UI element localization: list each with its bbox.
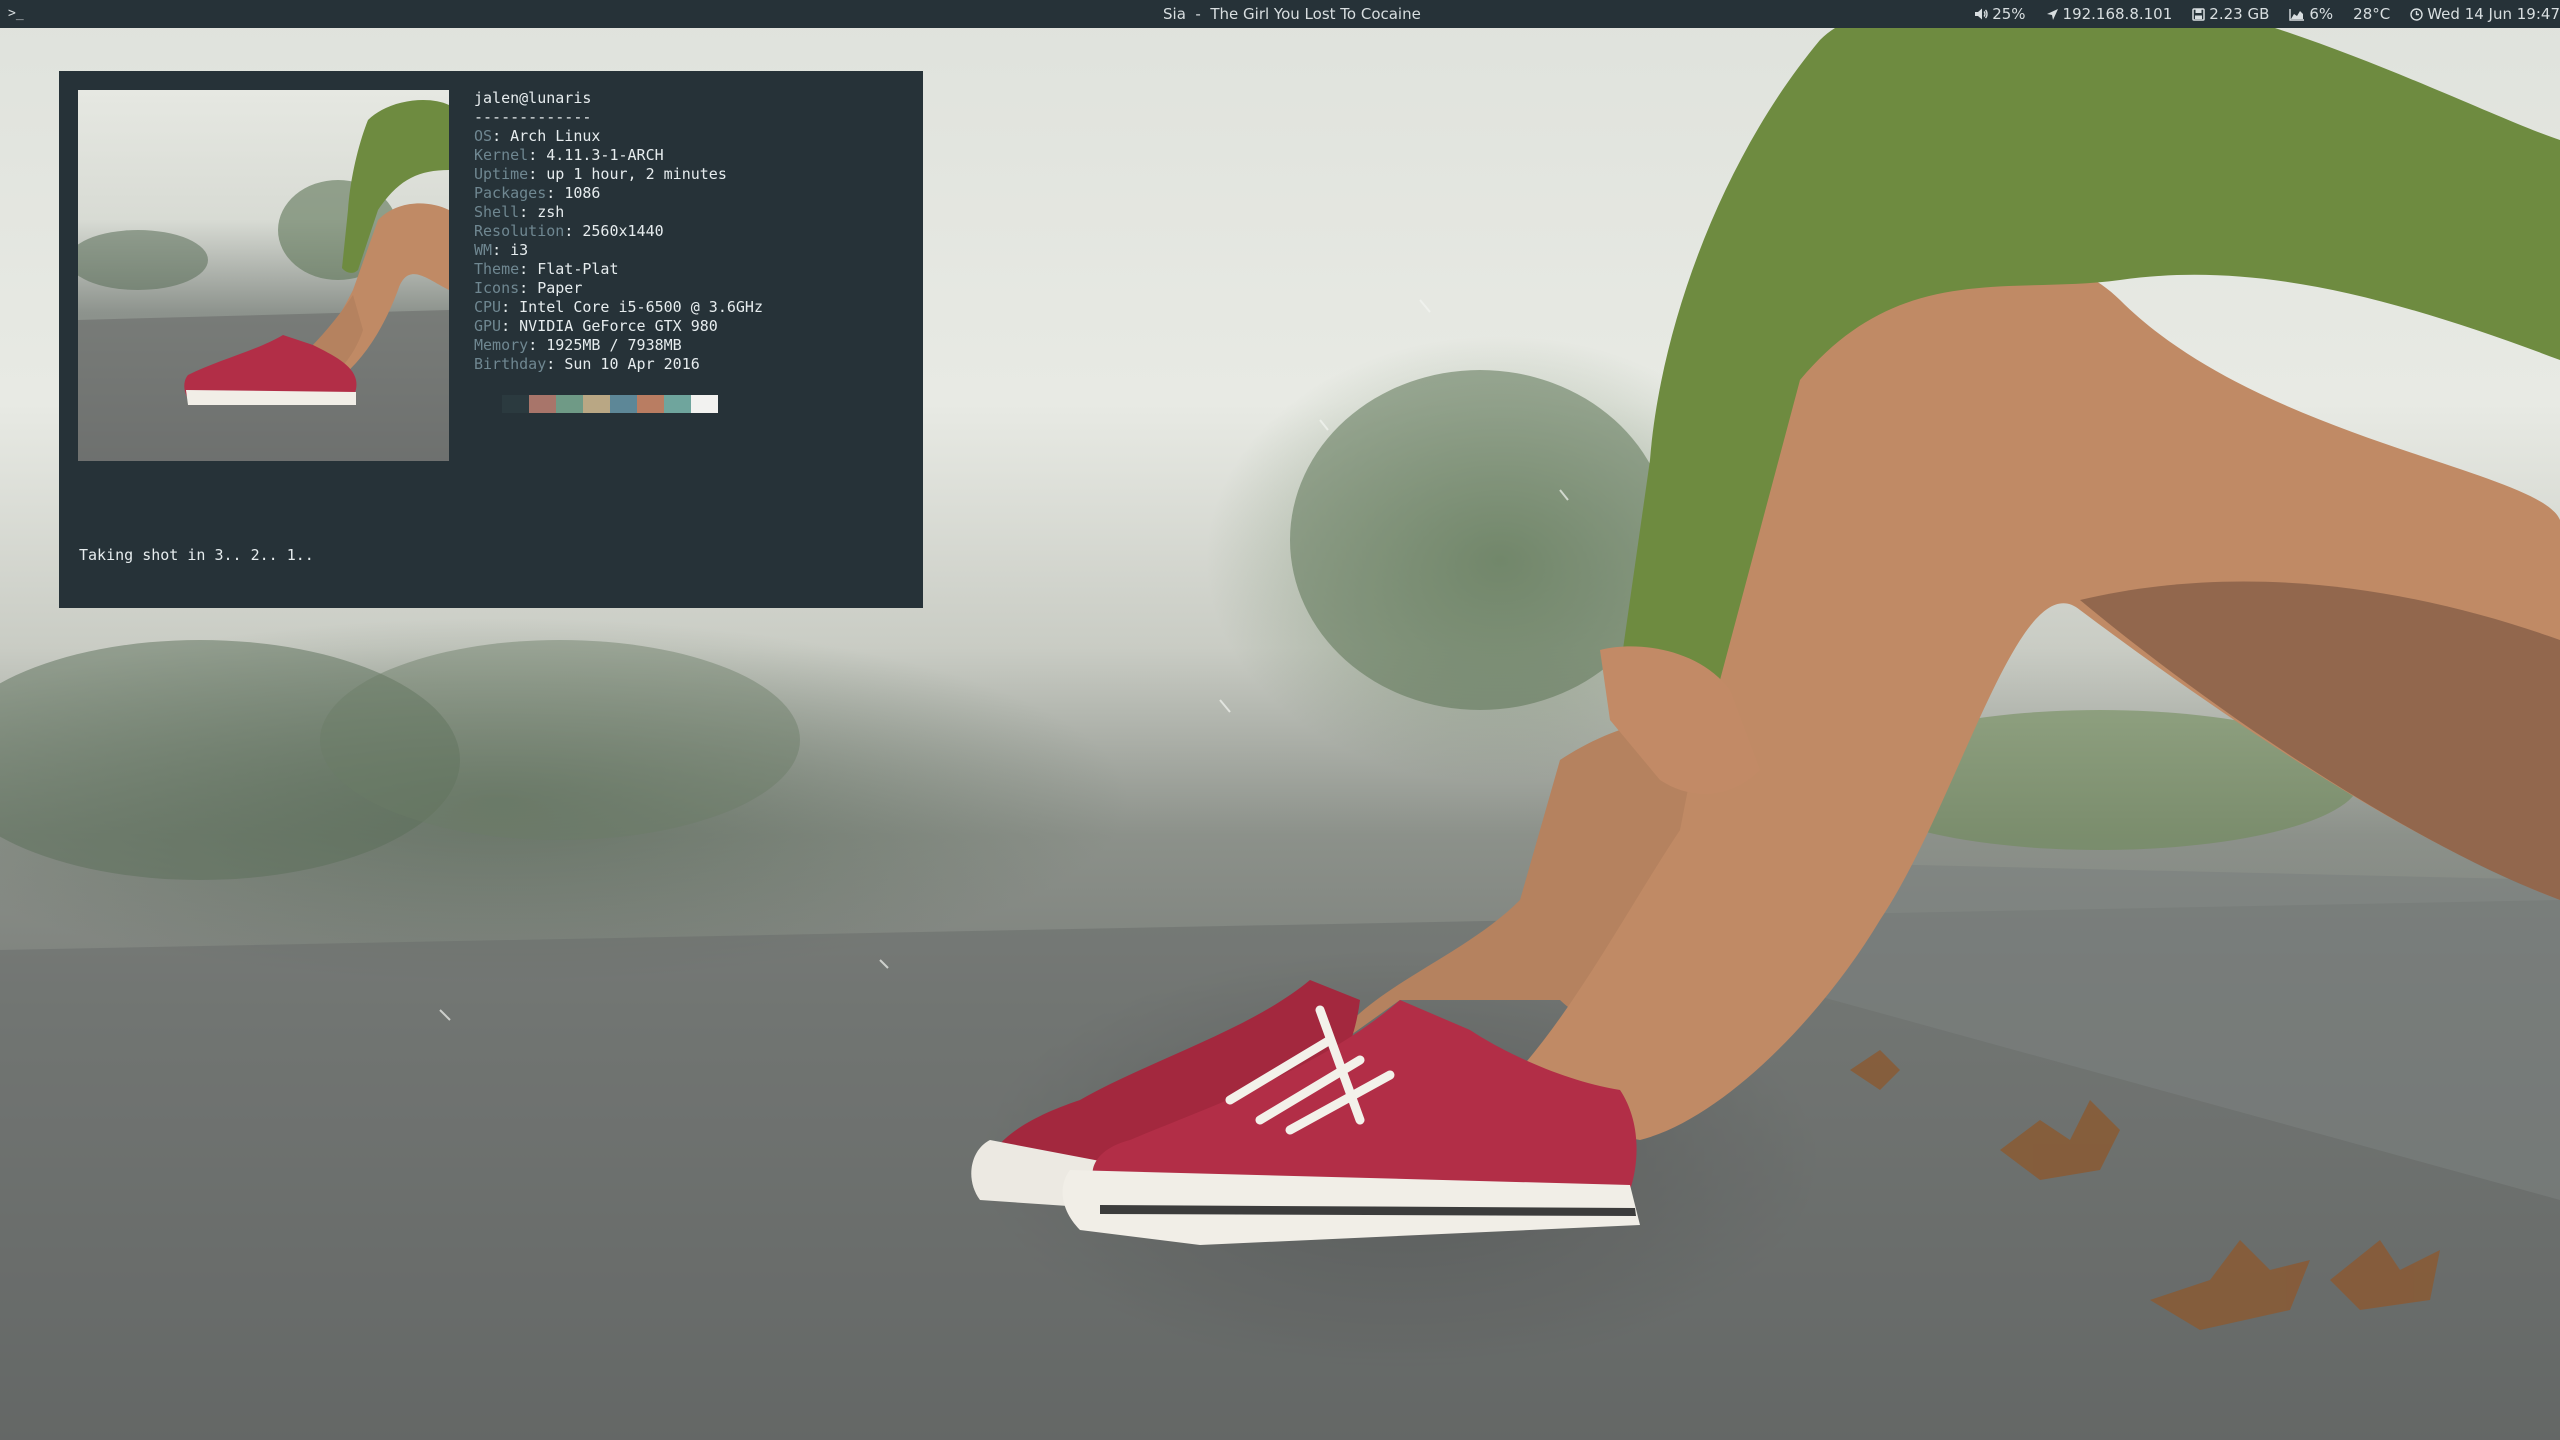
info-row-gpu: GPU: NVIDIA GeForce GTX 980	[474, 317, 763, 336]
user-host: jalen@lunaris	[474, 89, 592, 107]
info-value: Arch Linux	[510, 127, 601, 145]
color-swatch	[610, 395, 637, 413]
info-row-kernel: Kernel: 4.11.3-1-ARCH	[474, 146, 763, 165]
top-status-bar: >_ Sia - The Girl You Lost To Cocaine 25…	[0, 0, 2560, 28]
info-key: Resolution	[474, 222, 565, 240]
info-key: Packages	[474, 184, 547, 202]
system-info: jalen@lunaris ------------- OS: Arch Linux…	[474, 89, 763, 374]
info-value: i3	[510, 241, 529, 259]
terminal-launcher-icon[interactable]: >_	[8, 0, 24, 28]
info-value: NVIDIA GeForce GTX 980	[519, 317, 718, 335]
color-palette	[502, 395, 718, 413]
volume-icon	[1975, 8, 1988, 20]
colon: :	[528, 336, 547, 354]
color-swatch	[583, 395, 610, 413]
colon: :	[519, 203, 538, 221]
ip-address: 192.168.8.101	[2062, 5, 2173, 23]
info-row-theme: Theme: Flat-Plat	[474, 260, 763, 279]
colon: :	[501, 317, 520, 335]
info-value: 2560x1440	[582, 222, 664, 240]
info-key: GPU	[474, 317, 502, 335]
info-key: Shell	[474, 203, 520, 221]
info-value: 4.11.3-1-ARCH	[546, 146, 664, 164]
desktop: >_ Sia - The Girl You Lost To Cocaine 25…	[0, 0, 2560, 1440]
separator-line: -------------	[474, 108, 592, 126]
info-row-icons: Icons: Paper	[474, 279, 763, 298]
colon: :	[501, 298, 520, 316]
color-swatch	[502, 395, 529, 413]
cpu-usage: 6%	[2309, 5, 2334, 23]
color-swatch	[556, 395, 583, 413]
disk-block[interactable]: 2.23 GB	[2192, 0, 2269, 28]
info-key: Uptime	[474, 165, 529, 183]
info-row-resolution: Resolution: 2560x1440	[474, 222, 763, 241]
disk-free: 2.23 GB	[2209, 5, 2270, 23]
info-row-wm: WM: i3	[474, 241, 763, 260]
color-swatch	[637, 395, 664, 413]
info-key: WM	[474, 241, 493, 259]
colon: :	[492, 127, 511, 145]
terminal-window[interactable]: jalen@lunaris ------------- OS: Arch Linux…	[59, 71, 923, 608]
info-row-uptime: Uptime: up 1 hour, 2 minutes	[474, 165, 763, 184]
info-key: OS	[474, 127, 493, 145]
volume-value: 25%	[1992, 5, 2026, 23]
colon: :	[519, 260, 538, 278]
info-key: Kernel	[474, 146, 529, 164]
colon: :	[528, 165, 547, 183]
info-row-birthday: Birthday: Sun 10 Apr 2016	[474, 355, 763, 374]
terminal-output-line: Taking shot in 3.. 2.. 1..	[79, 546, 314, 564]
cpu-chart-icon	[2289, 8, 2305, 21]
location-arrow-icon	[2046, 8, 2058, 20]
info-row-shell: Shell: zsh	[474, 203, 763, 222]
info-key: Memory	[474, 336, 529, 354]
info-key: CPU	[474, 298, 502, 316]
info-value: Flat-Plat	[537, 260, 619, 278]
thumbnail-image	[78, 100, 449, 461]
info-key: Theme	[474, 260, 520, 278]
temperature-value: 28°C	[2353, 5, 2391, 23]
info-value: Intel Core i5-6500 @ 3.6GHz	[519, 298, 763, 316]
color-swatch	[664, 395, 691, 413]
info-value: 1086	[564, 184, 601, 202]
info-row-packages: Packages: 1086	[474, 184, 763, 203]
colon: :	[519, 279, 538, 297]
clock-block[interactable]: Wed 14 Jun 19:47	[2410, 0, 2560, 28]
network-block[interactable]: 192.168.8.101	[2046, 0, 2173, 28]
volume-block[interactable]: 25%	[1974, 0, 2026, 28]
info-value: Sun 10 Apr 2016	[564, 355, 700, 373]
info-key: Birthday	[474, 355, 547, 373]
info-value: zsh	[537, 203, 565, 221]
info-key: Icons	[474, 279, 520, 297]
date-time: Wed 14 Jun 19:47	[2427, 5, 2560, 23]
info-value: Paper	[537, 279, 583, 297]
status-blocks: 25% 192.168.8.101 2.23 GB 6% 28°C Wed 14…	[1974, 0, 2560, 28]
info-value: up 1 hour, 2 minutes	[546, 165, 727, 183]
colon: :	[528, 146, 547, 164]
info-value: 1925MB / 7938MB	[546, 336, 682, 354]
neofetch-wallpaper-thumbnail	[78, 90, 449, 461]
disk-icon	[2192, 7, 2206, 21]
info-row-os: OS: Arch Linux	[474, 127, 763, 146]
colon: :	[546, 184, 565, 202]
info-row-memory: Memory: 1925MB / 7938MB	[474, 336, 763, 355]
color-swatch	[529, 395, 556, 413]
now-playing-track[interactable]: Sia - The Girl You Lost To Cocaine	[1163, 0, 1421, 28]
info-row-cpu: CPU: Intel Core i5-6500 @ 3.6GHz	[474, 298, 763, 317]
colon: :	[564, 222, 583, 240]
cpu-block[interactable]: 6%	[2289, 0, 2333, 28]
colon: :	[492, 241, 511, 259]
colon: :	[546, 355, 565, 373]
temperature-block[interactable]: 28°C	[2353, 0, 2390, 28]
clock-icon	[2410, 7, 2423, 21]
color-swatch	[691, 395, 718, 413]
